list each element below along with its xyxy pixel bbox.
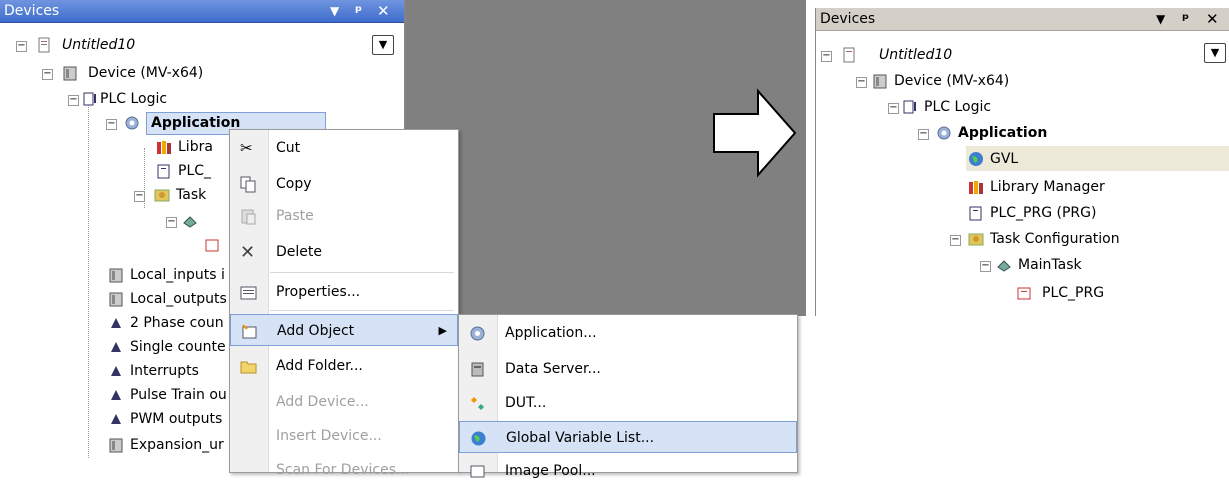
close-icon[interactable]: ✕ bbox=[377, 2, 390, 20]
paste-icon bbox=[241, 209, 256, 225]
add-object-icon bbox=[242, 324, 257, 339]
menu-item-properties[interactable]: Properties... bbox=[230, 276, 458, 308]
submenu-arrow-icon: ▶ bbox=[438, 324, 447, 337]
counter-icon bbox=[111, 342, 121, 352]
submenu-item-global-variable-list[interactable]: Global Variable List... bbox=[459, 421, 797, 453]
gear-icon bbox=[125, 116, 139, 130]
submenu-item-image-pool[interactable]: Image Pool... bbox=[459, 455, 797, 487]
close-icon[interactable]: ✕ bbox=[1206, 10, 1219, 28]
plc-logic-icon bbox=[903, 100, 916, 114]
pin-icon[interactable]: ᵖ bbox=[355, 2, 362, 20]
menu-item-scan-devices[interactable]: Scan For Devices... bbox=[230, 454, 458, 486]
collapse-icon[interactable]: − bbox=[950, 235, 961, 246]
globe-icon bbox=[471, 431, 486, 446]
submenu-item-dut[interactable]: DUT... bbox=[459, 387, 797, 419]
submenu-item-application[interactable]: Application... bbox=[459, 317, 797, 349]
counter-icon bbox=[111, 366, 121, 376]
collapse-icon[interactable]: − bbox=[166, 217, 177, 228]
collapse-icon[interactable]: − bbox=[980, 261, 991, 272]
submenu-item-data-server[interactable]: Data Server... bbox=[459, 353, 797, 385]
library-icon bbox=[969, 181, 983, 194]
left-panel-title: Devices bbox=[4, 3, 60, 19]
program-icon bbox=[157, 164, 170, 179]
add-object-submenu: Application... Data Server... DUT... Glo… bbox=[458, 314, 798, 479]
copy-icon bbox=[240, 176, 256, 193]
program-icon bbox=[969, 206, 982, 221]
left-panel-titlebar: Devices ▼ ᵖ ✕ bbox=[0, 0, 404, 23]
menu-item-add-object[interactable]: Add Object ▶ bbox=[230, 314, 458, 346]
collapse-icon[interactable]: − bbox=[888, 103, 899, 114]
gear-icon bbox=[470, 326, 485, 341]
device-icon bbox=[63, 66, 77, 81]
scissors-icon: ✂ bbox=[240, 139, 253, 157]
counter-icon bbox=[111, 414, 121, 424]
device-icon bbox=[109, 268, 123, 283]
folder-icon bbox=[240, 361, 257, 374]
globe-icon bbox=[969, 152, 983, 166]
menu-item-insert-device[interactable]: Insert Device... bbox=[230, 420, 458, 452]
menu-item-add-folder[interactable]: Add Folder... bbox=[230, 350, 458, 382]
program-call-icon bbox=[205, 239, 219, 252]
task-configuration-icon bbox=[154, 189, 170, 202]
device-icon bbox=[873, 74, 887, 89]
dut-icon bbox=[471, 397, 484, 410]
program-call-icon bbox=[1017, 287, 1031, 300]
menu-item-copy[interactable]: Copy bbox=[230, 168, 458, 200]
collapse-icon[interactable]: − bbox=[821, 51, 832, 62]
tree-dropdown-button[interactable]: ▼ bbox=[1204, 43, 1226, 63]
maintask-icon bbox=[183, 216, 197, 228]
counter-icon bbox=[111, 390, 121, 400]
right-panel-title: Devices bbox=[820, 11, 876, 27]
right-arrow-icon bbox=[713, 88, 797, 178]
menu-item-paste[interactable]: Paste bbox=[230, 200, 458, 232]
pin-icon[interactable]: ᵖ bbox=[1182, 10, 1189, 28]
right-devices-panel: Devices ▼ ᵖ ✕ ▼ − Untitled10 − Device (M… bbox=[815, 8, 1229, 316]
menu-item-cut[interactable]: ✂ Cut bbox=[230, 132, 458, 164]
plc-logic-icon bbox=[83, 92, 96, 106]
library-icon bbox=[157, 141, 171, 154]
tree-dropdown-button[interactable]: ▼ bbox=[372, 35, 394, 55]
collapse-icon[interactable]: − bbox=[16, 41, 27, 52]
context-menu: ✂ Cut Copy Paste ✕ Delete Properties... … bbox=[229, 129, 459, 478]
project-icon bbox=[843, 47, 855, 63]
dropdown-arrow-icon[interactable]: ▼ bbox=[330, 4, 339, 18]
menu-item-add-device[interactable]: Add Device... bbox=[230, 386, 458, 418]
collapse-icon[interactable]: − bbox=[856, 77, 867, 88]
collapse-icon[interactable]: − bbox=[134, 191, 145, 202]
device-icon bbox=[109, 292, 123, 307]
task-configuration-icon bbox=[968, 233, 984, 246]
collapse-icon[interactable]: − bbox=[918, 129, 929, 140]
right-panel-titlebar: Devices ▼ ᵖ ✕ bbox=[816, 8, 1229, 31]
delete-icon: ✕ bbox=[240, 242, 256, 263]
gear-icon bbox=[937, 126, 951, 140]
project-icon bbox=[38, 37, 50, 53]
counter-icon bbox=[111, 318, 121, 328]
maintask-icon bbox=[997, 260, 1011, 272]
properties-icon bbox=[240, 286, 257, 300]
data-server-icon bbox=[471, 362, 484, 377]
collapse-icon[interactable]: − bbox=[42, 69, 53, 80]
image-pool-icon bbox=[470, 465, 485, 478]
dropdown-arrow-icon[interactable]: ▼ bbox=[1156, 12, 1165, 26]
menu-item-delete[interactable]: ✕ Delete bbox=[230, 236, 458, 268]
collapse-icon[interactable]: − bbox=[106, 119, 117, 130]
collapse-icon[interactable]: − bbox=[68, 95, 79, 106]
device-icon bbox=[109, 438, 123, 453]
